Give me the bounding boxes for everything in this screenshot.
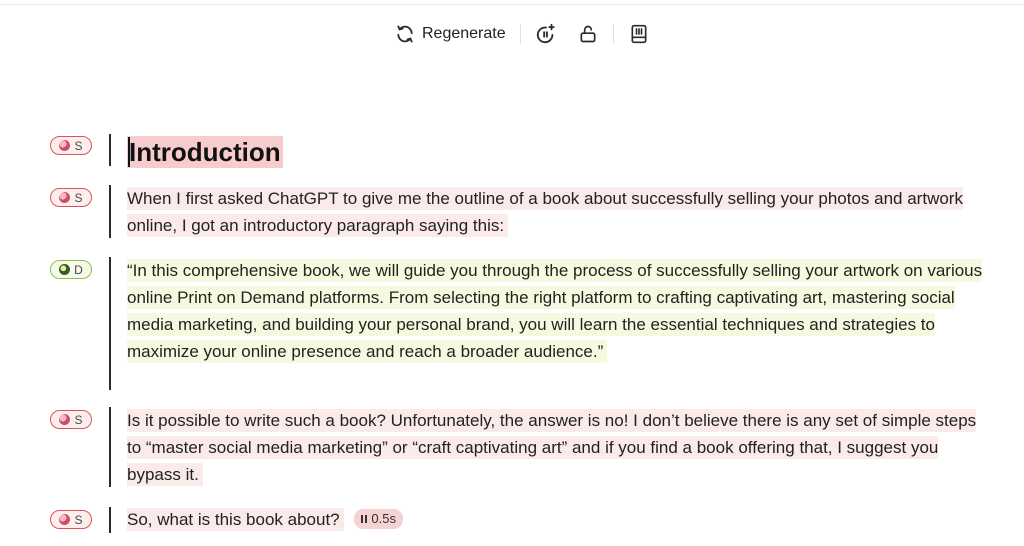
human-avatar-icon [59, 414, 71, 425]
paragraph-text: When I first asked ChatGPT to give me th… [127, 187, 963, 237]
typing-timer-badge[interactable]: 0.5s [354, 509, 403, 529]
unlock-button[interactable] [577, 23, 599, 45]
block-bar [109, 134, 111, 166]
block-bar [109, 257, 111, 390]
badge-label: S [74, 412, 83, 427]
regenerate-label: Regenerate [422, 25, 506, 42]
paragraph-human[interactable]: When I first asked ChatGPT to give me th… [127, 185, 987, 239]
block-bar [109, 407, 111, 487]
human-avatar-icon [59, 514, 71, 525]
ai-detected-badge[interactable]: D [50, 260, 92, 279]
sparkle-timer-icon [535, 23, 557, 45]
block-bar [109, 185, 111, 238]
paragraph-human[interactable]: So, what is this book about? 0.5s [127, 506, 987, 533]
ai-avatar-icon [59, 264, 71, 275]
human-author-badge[interactable]: S [50, 510, 92, 529]
human-author-badge[interactable]: S [50, 136, 92, 155]
badge-label: S [74, 512, 83, 527]
toolbar-separator [612, 24, 614, 44]
paragraph-text: So, what is this book about? [127, 508, 344, 531]
paragraph-text: Is it possible to write such a book? Unf… [127, 409, 977, 486]
human-author-badge[interactable]: S [50, 410, 92, 429]
human-author-badge[interactable]: S [50, 188, 92, 207]
toolbar-separator [519, 24, 521, 44]
timer-value: 0.5s [371, 511, 396, 526]
badge-label: S [74, 138, 83, 153]
text-cursor [128, 137, 130, 167]
block-bar [109, 507, 111, 533]
refresh-icon [395, 24, 415, 44]
top-divider [0, 4, 1024, 5]
ai-timer-button[interactable] [535, 23, 557, 45]
document-heading[interactable]: Introduction [127, 136, 283, 168]
report-button[interactable] [628, 23, 650, 45]
human-avatar-icon [59, 140, 71, 151]
badge-label: D [74, 262, 83, 277]
toolbar: Regenerate [395, 21, 650, 47]
badge-label: S [74, 190, 83, 205]
paragraph-text: “In this comprehensive book, we will gui… [127, 259, 983, 363]
book-icon [629, 24, 649, 44]
paragraph-human[interactable]: Is it possible to write such a book? Unf… [127, 407, 987, 488]
paragraph-ai[interactable]: “In this comprehensive book, we will gui… [127, 257, 987, 365]
human-avatar-icon [59, 192, 71, 203]
pause-icon [361, 515, 368, 523]
unlock-icon [578, 24, 598, 44]
regenerate-button[interactable]: Regenerate [395, 24, 506, 44]
